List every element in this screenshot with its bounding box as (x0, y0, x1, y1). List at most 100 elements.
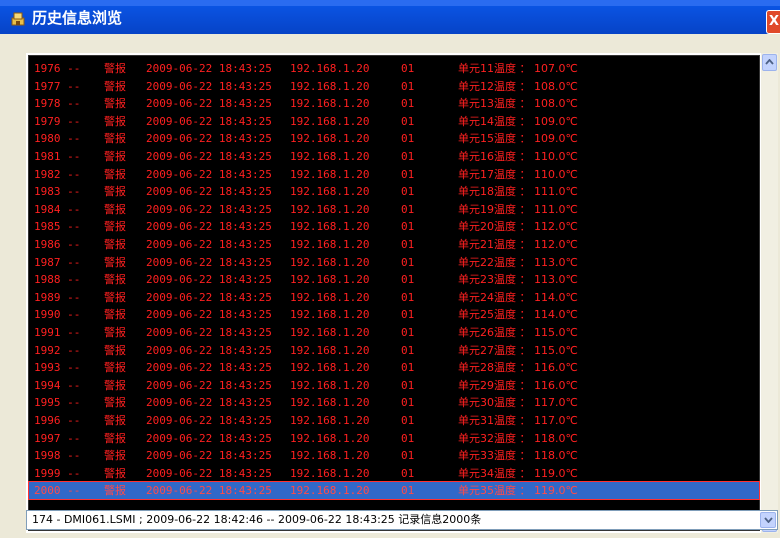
log-row-id: 1983 -- (34, 185, 81, 199)
log-row[interactable]: 1980 -- 警报 2009-06-22 18:43:25 192.168.1.20… (29, 130, 759, 147)
log-row-ip: 192.168.1.20 (290, 255, 370, 269)
log-row[interactable]: 1992 -- 警报 2009-06-22 18:43:25 192.168.1.20… (29, 342, 759, 359)
log-row-type: 警报 (104, 97, 126, 111)
scroll-up-button[interactable] (762, 54, 777, 71)
log-row-message: 单元13温度 ： 108.0℃ (458, 97, 578, 111)
log-row[interactable]: 1979 -- 警报 2009-06-22 18:43:25 192.168.1.20… (29, 113, 759, 130)
log-row[interactable]: 1981 -- 警报 2009-06-22 18:43:25 192.168.1.20… (29, 148, 759, 165)
log-row-type: 警报 (104, 202, 126, 216)
log-row[interactable]: 1990 -- 警报 2009-06-22 18:43:25 192.168.1.20… (29, 306, 759, 323)
log-row-type: 警报 (104, 150, 126, 163)
title-bar[interactable]: 历史信息浏览 X (0, 0, 780, 34)
log-row[interactable]: 1984 -- 警报 2009-06-22 18:43:25 192.168.1.20… (29, 201, 759, 218)
log-scrollbar[interactable] (761, 53, 778, 533)
log-row-message: 单元33温度 ： 118.0℃ (458, 449, 578, 463)
log-row-type: 警报 (104, 308, 126, 322)
log-row-type: 警报 (104, 62, 126, 75)
log-row-id: 1999 -- (34, 466, 81, 480)
history-log-panel[interactable]: 1976 -- 警报 2009-06-22 18:43:25 192.168.1.20… (26, 53, 778, 533)
log-row-channel: 01 (401, 361, 415, 375)
log-row[interactable]: 1978 -- 警报 2009-06-22 18:43:25 192.168.1.20… (29, 95, 759, 112)
log-row-type: 警报 (104, 167, 126, 181)
log-row-ip: 192.168.1.20 (290, 308, 370, 322)
log-row-time: 2009-06-22 18:43:25 (146, 466, 272, 480)
log-row[interactable]: 1977 -- 警报 2009-06-22 18:43:25 192.168.1.20… (29, 78, 759, 95)
log-row-channel: 01 (401, 378, 415, 392)
record-file-combo[interactable]: 174 - DMI061.LSMI ; 2009-06-22 18:42:46 … (26, 510, 778, 530)
log-row-ip: 192.168.1.20 (290, 220, 370, 234)
log-row-ip: 192.168.1.20 (290, 62, 370, 75)
log-row-time: 2009-06-22 18:43:25 (146, 97, 272, 111)
log-row-channel: 01 (401, 273, 415, 287)
log-row-message: 单元26温度 ： 115.0℃ (458, 326, 578, 339)
log-row-ip: 192.168.1.20 (290, 449, 370, 463)
log-row-time: 2009-06-22 18:43:25 (146, 378, 272, 392)
log-row-channel: 01 (401, 466, 415, 480)
history-log-list[interactable]: 1976 -- 警报 2009-06-22 18:43:25 192.168.1.20… (28, 55, 760, 531)
log-row-type: 警报 (104, 238, 126, 251)
log-row[interactable]: 1987 -- 警报 2009-06-22 18:43:25 192.168.1.20… (29, 254, 759, 271)
log-row-time: 2009-06-22 18:43:25 (146, 185, 272, 199)
log-row-channel: 01 (401, 114, 415, 128)
log-row[interactable]: 1993 -- 警报 2009-06-22 18:43:25 192.168.1.20… (29, 359, 759, 376)
log-row-message: 单元31温度 ： 117.0℃ (458, 414, 578, 427)
log-row[interactable]: 1999 -- 警报 2009-06-22 18:43:25 192.168.1.20… (29, 465, 759, 482)
log-row-channel: 01 (401, 185, 415, 199)
record-file-summary: 174 - DMI061.LSMI ; 2009-06-22 18:42:46 … (32, 513, 482, 526)
log-row[interactable]: 1994 -- 警报 2009-06-22 18:43:25 192.168.1.20… (29, 377, 759, 394)
log-row-id: 1992 -- (34, 343, 81, 357)
log-row-id: 1997 -- (34, 431, 81, 445)
log-row[interactable]: 1982 -- 警报 2009-06-22 18:43:25 192.168.1.20… (29, 166, 759, 183)
log-row-channel: 01 (401, 449, 415, 463)
log-row-id: 1978 -- (34, 97, 81, 111)
log-row-id: 1986 -- (34, 238, 81, 251)
log-row[interactable]: 2000 -- 警报 2009-06-22 18:43:25 192.168.1.20… (28, 481, 760, 501)
log-row-channel: 01 (401, 255, 415, 269)
log-row-message: 单元18温度 ： 111.0℃ (458, 185, 578, 199)
log-row[interactable]: 1995 -- 警报 2009-06-22 18:43:25 192.168.1.20… (29, 394, 759, 411)
log-row-type: 警报 (104, 396, 126, 410)
log-row-message: 单元17温度 ： 110.0℃ (458, 167, 578, 181)
log-row-time: 2009-06-22 18:43:25 (146, 273, 272, 287)
log-row[interactable]: 1976 -- 警报 2009-06-22 18:43:25 192.168.1.20… (29, 60, 759, 77)
log-row-id: 1995 -- (34, 396, 81, 410)
log-row-ip: 192.168.1.20 (290, 185, 370, 199)
log-row[interactable]: 1991 -- 警报 2009-06-22 18:43:25 192.168.1.20… (29, 324, 759, 341)
log-row[interactable]: 1997 -- 警报 2009-06-22 18:43:25 192.168.1.20… (29, 430, 759, 447)
log-row-ip: 192.168.1.20 (290, 361, 370, 375)
log-row-id: 1991 -- (34, 326, 81, 339)
log-row-time: 2009-06-22 18:43:25 (146, 114, 272, 128)
log-row-channel: 01 (401, 79, 415, 93)
log-row-channel: 01 (401, 150, 415, 163)
log-row[interactable]: 1983 -- 警报 2009-06-22 18:43:25 192.168.1.20… (29, 183, 759, 200)
log-row-id: 1977 -- (34, 79, 81, 93)
log-row-message: 单元22温度 ： 113.0℃ (458, 255, 578, 269)
combo-dropdown-button[interactable] (760, 512, 776, 528)
log-row-ip: 192.168.1.20 (290, 484, 370, 498)
log-row-ip: 192.168.1.20 (290, 97, 370, 111)
log-row-type: 警报 (104, 361, 126, 375)
log-row[interactable]: 1985 -- 警报 2009-06-22 18:43:25 192.168.1.20… (29, 218, 759, 235)
log-row-id: 1989 -- (34, 290, 81, 304)
log-row[interactable]: 1998 -- 警报 2009-06-22 18:43:25 192.168.1.20… (29, 447, 759, 464)
log-row-id: 1998 -- (34, 449, 81, 463)
log-row-channel: 01 (401, 484, 415, 498)
app-icon (11, 12, 25, 26)
log-row[interactable]: 1986 -- 警报 2009-06-22 18:43:25 192.168.1.20… (29, 236, 759, 253)
log-row-message: 单元21温度 ： 112.0℃ (458, 238, 578, 251)
log-row[interactable]: 1988 -- 警报 2009-06-22 18:43:25 192.168.1.20… (29, 271, 759, 288)
log-row-time: 2009-06-22 18:43:25 (146, 238, 272, 251)
log-row-channel: 01 (401, 220, 415, 234)
log-row-ip: 192.168.1.20 (290, 238, 370, 251)
log-row-type: 警报 (104, 132, 126, 146)
log-row-time: 2009-06-22 18:43:25 (146, 449, 272, 463)
log-row-message: 单元34温度 ： 119.0℃ (458, 466, 578, 480)
log-row-channel: 01 (401, 326, 415, 339)
window-title: 历史信息浏览 (32, 9, 123, 27)
log-row-type: 警报 (104, 255, 126, 269)
log-row-type: 警报 (104, 185, 126, 199)
log-row[interactable]: 1989 -- 警报 2009-06-22 18:43:25 192.168.1.20… (29, 289, 759, 306)
close-button[interactable]: X (766, 10, 780, 34)
log-row[interactable]: 1996 -- 警报 2009-06-22 18:43:25 192.168.1.20… (29, 412, 759, 429)
log-row-type: 警报 (104, 449, 126, 463)
